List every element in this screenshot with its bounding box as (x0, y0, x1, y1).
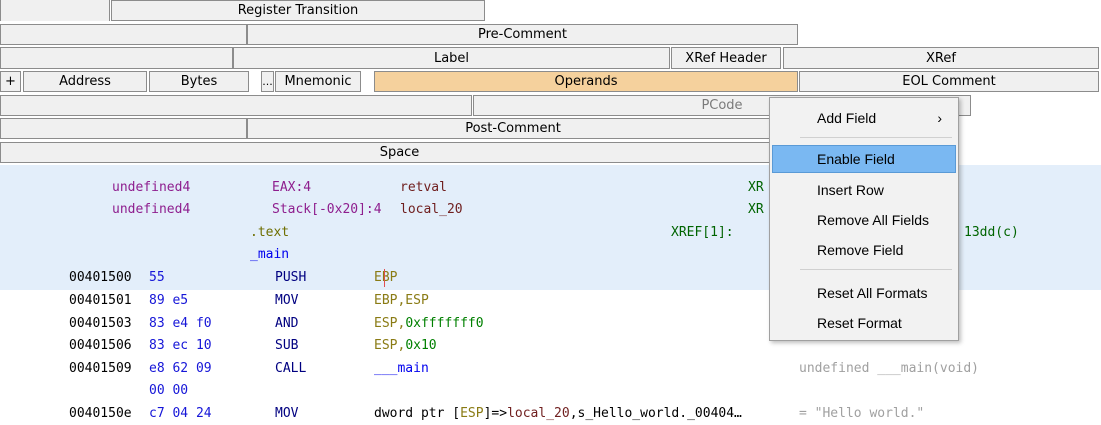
header-spacer (0, 24, 247, 45)
field-operands[interactable]: Operands (374, 71, 798, 92)
operand-register: ESP (460, 406, 484, 421)
instr-bytes: 89 e5 (149, 293, 189, 308)
instr-operand[interactable]: ___main (374, 358, 429, 380)
var-storage: Stack[-0x20]:4 (272, 202, 382, 217)
field-address[interactable]: Address (23, 71, 147, 92)
menu-separator (800, 269, 952, 270)
menu-item-remove-all-fields[interactable]: Remove All Fields (772, 206, 956, 234)
instr-mnemonic[interactable]: AND (275, 313, 298, 335)
var-name[interactable]: local_20 (400, 199, 463, 221)
operand-scalar: 0xfffffff0 (405, 316, 484, 331)
instr-bytes: 83 e4 f0 (149, 316, 212, 331)
operand-part: ]=> (483, 406, 508, 421)
field-xref[interactable]: XRef (783, 47, 1099, 69)
eol-comment: undefined ___main(void) (799, 361, 980, 376)
instr-mnemonic[interactable]: CALL (275, 358, 306, 380)
menu-item-label: Add Field (817, 110, 877, 126)
operand-scalar: 0x10 (405, 338, 437, 353)
section-name: .text (250, 225, 290, 240)
field-more[interactable]: ... (261, 71, 274, 92)
instr-mnemonic[interactable]: MOV (275, 403, 298, 425)
field-post-comment[interactable]: Post-Comment (247, 118, 779, 139)
context-menu: Add Field › Enable Field Insert Row Remo… (769, 97, 959, 341)
var-xref[interactable]: XR (748, 177, 764, 199)
instr-address[interactable]: 00401506 (69, 335, 132, 357)
instr-bytes: 55 (149, 270, 165, 285)
menu-item-add-field[interactable]: Add Field › (772, 104, 956, 132)
operand-part: dword ptr [ (374, 406, 461, 421)
instr-address[interactable]: 00401503 (69, 313, 132, 335)
field-space[interactable]: Space (0, 142, 799, 163)
menu-separator (800, 137, 952, 138)
instr-mnemonic[interactable]: SUB (275, 335, 298, 357)
instr-operand[interactable]: ESP,0xfffffff0 (374, 313, 484, 335)
menu-item-enable-field[interactable]: Enable Field (772, 145, 956, 173)
menu-item-reset-format[interactable]: Reset Format (772, 309, 956, 337)
header-spacer (0, 95, 472, 116)
expand-button[interactable]: + (0, 71, 21, 92)
header-spacer (0, 118, 247, 139)
function-label[interactable]: _main (250, 244, 289, 266)
function-xref-target[interactable]: 13dd(c) (964, 222, 1019, 244)
instr-bytes: e8 62 09 (149, 361, 212, 376)
instr-address[interactable]: 00401509 (69, 358, 132, 380)
instr-address[interactable]: 00401500 (69, 267, 132, 289)
instr-address[interactable]: 00401501 (69, 290, 132, 312)
var-xref[interactable]: XR (748, 199, 764, 221)
instr-operand[interactable]: dword ptr [ESP]=>local_20,s_Hello_world.… (374, 403, 742, 425)
operand-part: ,s_Hello_world._00404… (569, 406, 742, 421)
instr-operand[interactable]: ESP,0x10 (374, 335, 437, 357)
field-mnemonic[interactable]: Mnemonic (275, 71, 361, 92)
field-bytes[interactable]: Bytes (149, 71, 249, 92)
var-type: undefined4 (112, 180, 191, 195)
instr-bytes: 83 ec 10 (149, 338, 212, 353)
var-type: undefined4 (112, 202, 191, 217)
field-eol-comment[interactable]: EOL Comment (799, 71, 1099, 92)
menu-item-remove-field[interactable]: Remove Field (772, 236, 956, 264)
field-pre-comment[interactable]: Pre-Comment (247, 24, 798, 45)
instr-bytes: c7 04 24 (149, 406, 212, 421)
field-register-transition[interactable]: Register Transition (111, 0, 485, 21)
instr-bytes-continued: 00 00 (149, 383, 189, 398)
eol-comment: = "Hello world." (799, 406, 925, 421)
function-xref-label: XREF[1]: (671, 225, 734, 240)
field-label[interactable]: Label (233, 47, 670, 69)
field-xref-header[interactable]: XRef Header (671, 47, 781, 69)
menu-item-insert-row[interactable]: Insert Row (772, 176, 956, 204)
text-cursor (384, 269, 385, 287)
instr-mnemonic[interactable]: PUSH (275, 267, 306, 289)
var-name[interactable]: retval (400, 177, 447, 199)
instr-operand[interactable]: EBP (374, 267, 397, 289)
instr-operand[interactable]: EBP,ESP (374, 290, 429, 312)
header-spacer (0, 47, 233, 69)
submenu-arrow-icon: › (937, 110, 942, 126)
header-spacer (0, 0, 110, 21)
instr-address[interactable]: 0040150e (69, 403, 132, 425)
operand-variable: local_20 (507, 406, 570, 421)
var-storage: EAX:4 (272, 180, 312, 195)
operand-register: ESP, (374, 316, 406, 331)
menu-item-reset-all-formats[interactable]: Reset All Formats (772, 279, 956, 307)
instr-mnemonic[interactable]: MOV (275, 290, 298, 312)
operand-register: ESP, (374, 338, 406, 353)
